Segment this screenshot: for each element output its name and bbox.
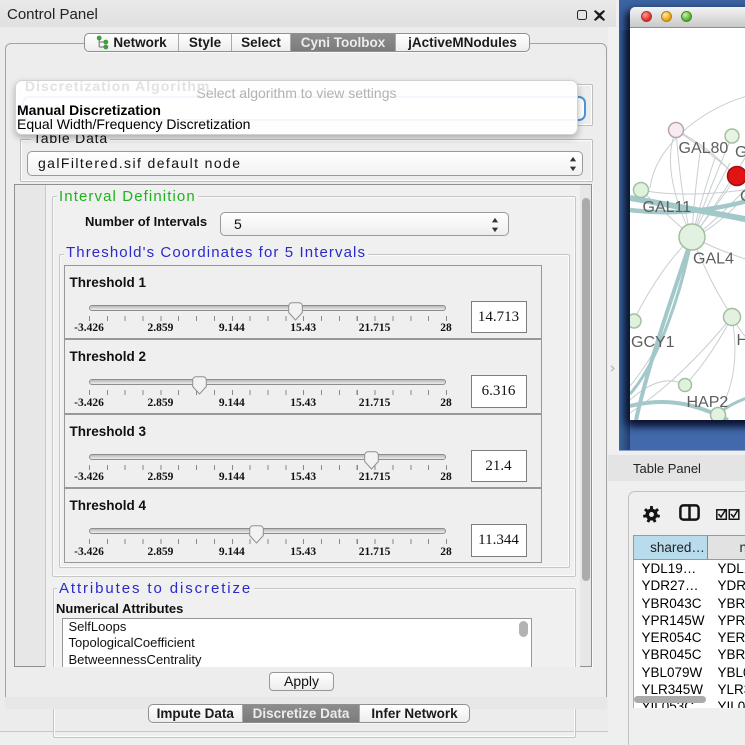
svg-text:GAL4: GAL4 — [693, 251, 734, 268]
svg-text:GA: GA — [735, 144, 745, 161]
svg-text:H: H — [737, 332, 745, 349]
svg-text:GCY1: GCY1 — [631, 334, 675, 351]
svg-text:C: C — [740, 188, 745, 205]
svg-text:GAL80: GAL80 — [679, 140, 729, 157]
svg-text:GAL11: GAL11 — [643, 199, 692, 216]
svg-text:HAP2: HAP2 — [687, 394, 729, 411]
